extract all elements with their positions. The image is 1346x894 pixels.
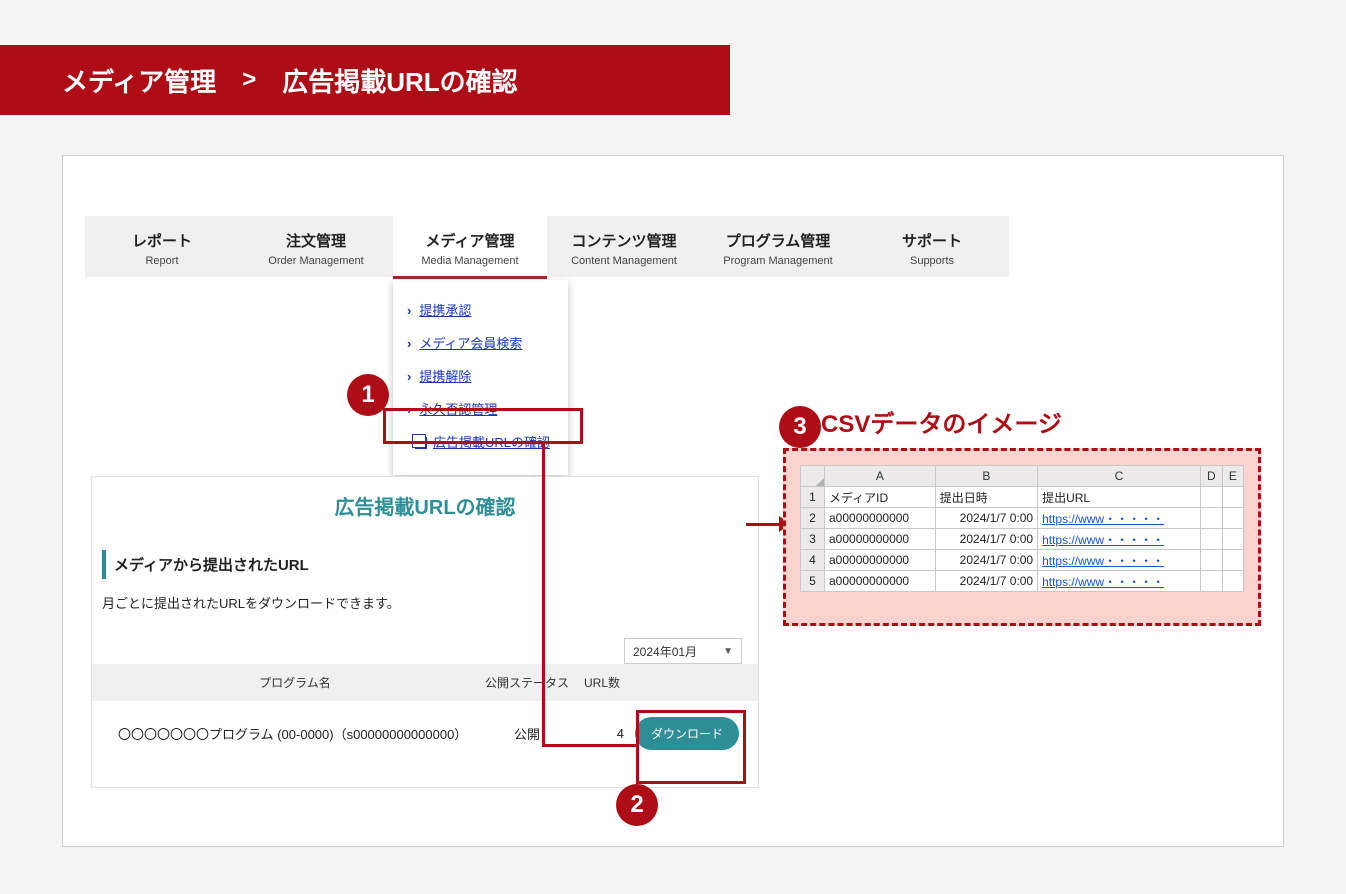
spreadsheet: A B C D E 1 メディアID 提出日時 提出URL 2 a0000000…	[800, 465, 1244, 592]
cell-mediaid[interactable]: a00000000000	[825, 550, 936, 571]
cell-datetime[interactable]: 2024/1/7 0:00	[935, 508, 1037, 529]
dropdown-item-permanent-deny[interactable]: 永久否認管理	[407, 399, 568, 418]
spreadsheet-row-1: 1 メディアID 提出日時 提出URL	[801, 487, 1244, 508]
top-nav: レポート Report 注文管理 Order Management メディア管理…	[85, 216, 1009, 277]
nav-label-ja: プログラム管理	[726, 233, 831, 250]
nav-label-ja: コンテンツ管理	[571, 233, 676, 250]
spreadsheet-row: 5 a00000000000 2024/1/7 0:00 https://www…	[801, 571, 1244, 592]
col-E[interactable]: E	[1222, 466, 1243, 487]
cell-url[interactable]: https://www・・・・・	[1038, 550, 1201, 571]
spreadsheet-row: 3 a00000000000 2024/1/7 0:00 https://www…	[801, 529, 1244, 550]
breadcrumb-item-1: メディア管理	[62, 62, 216, 99]
cell-mediaid[interactable]: a00000000000	[825, 571, 936, 592]
download-button[interactable]: ダウンロード	[635, 717, 739, 750]
chevron-right-icon: >	[242, 66, 256, 94]
cell-mediaid[interactable]: a00000000000	[825, 508, 936, 529]
cell-mediaid[interactable]: a00000000000	[825, 529, 936, 550]
nav-label-ja: レポート	[132, 233, 192, 250]
cell-datetime[interactable]: 2024/1/7 0:00	[935, 571, 1037, 592]
col-status: 公開ステータス	[482, 674, 572, 691]
page-title: 広告掲載URLの確認	[92, 491, 758, 520]
nav-label-en: Content Management	[547, 255, 701, 267]
header-datetime[interactable]: 提出日時	[935, 487, 1037, 508]
row-number[interactable]: 5	[801, 571, 825, 592]
col-C[interactable]: C	[1038, 466, 1201, 487]
section-desc: 月ごとに提出されたURLをダウンロードできます。	[102, 593, 758, 612]
document-icon	[415, 437, 427, 449]
select-all-cell[interactable]	[801, 466, 825, 487]
nav-label-en: Report	[85, 255, 239, 267]
row-number[interactable]: 4	[801, 550, 825, 571]
table-row: 〇〇〇〇〇〇〇プログラム (00-0000)（s00000000000000） …	[92, 701, 758, 766]
nav-media[interactable]: メディア管理 Media Management	[393, 216, 547, 277]
nav-content[interactable]: コンテンツ管理 Content Management	[547, 216, 701, 277]
dropdown-item-approve[interactable]: 提携承認	[407, 300, 568, 319]
header-mediaid[interactable]: メディアID	[825, 487, 936, 508]
step-bullet-2: 2	[616, 784, 658, 826]
step-bullet-1: 1	[347, 374, 389, 416]
spreadsheet-col-header: A B C D E	[801, 466, 1244, 487]
month-select[interactable]: 2024年01月 ▼	[624, 638, 742, 664]
connector-line	[542, 744, 639, 747]
col-A[interactable]: A	[825, 466, 936, 487]
nav-label-en: Program Management	[701, 255, 855, 267]
month-select-value: 2024年01月	[633, 643, 697, 660]
breadcrumb: メディア管理 > 広告掲載URLの確認	[0, 45, 730, 115]
header-url[interactable]: 提出URL	[1038, 487, 1201, 508]
table-header: プログラム名 公開ステータス URL数	[92, 664, 758, 701]
nav-support[interactable]: サポート Supports	[855, 216, 1009, 277]
nav-order[interactable]: 注文管理 Order Management	[239, 216, 393, 277]
cell-url[interactable]: https://www・・・・・	[1038, 508, 1201, 529]
cell-urlcount: 4	[572, 726, 632, 741]
nav-label-en: Supports	[855, 255, 1009, 267]
cell-datetime[interactable]: 2024/1/7 0:00	[935, 550, 1037, 571]
step-bullet-3: 3	[779, 406, 821, 448]
breadcrumb-item-2: 広告掲載URLの確認	[282, 62, 517, 99]
dropdown-item-member-search[interactable]: メディア会員検索	[407, 333, 568, 352]
spreadsheet-row: 4 a00000000000 2024/1/7 0:00 https://www…	[801, 550, 1244, 571]
col-D[interactable]: D	[1200, 466, 1222, 487]
csv-caption: CSVデータのイメージ	[821, 404, 1062, 439]
connector-line	[542, 444, 545, 747]
col-B[interactable]: B	[935, 466, 1037, 487]
cell-status: 公開	[482, 724, 572, 743]
nav-program[interactable]: プログラム管理 Program Management	[701, 216, 855, 277]
cell-datetime[interactable]: 2024/1/7 0:00	[935, 529, 1037, 550]
row-number[interactable]: 2	[801, 508, 825, 529]
screenshot-panel: レポート Report 注文管理 Order Management メディア管理…	[62, 155, 1284, 847]
csv-preview: A B C D E 1 メディアID 提出日時 提出URL 2 a0000000…	[783, 448, 1261, 626]
spreadsheet-row: 2 a00000000000 2024/1/7 0:00 https://www…	[801, 508, 1244, 529]
cell-program-name: 〇〇〇〇〇〇〇プログラム (00-0000)（s00000000000000）	[108, 724, 482, 743]
nav-label-en: Media Management	[393, 255, 547, 267]
row-number[interactable]: 3	[801, 529, 825, 550]
nav-report[interactable]: レポート Report	[85, 216, 239, 277]
caret-down-icon: ▼	[723, 646, 733, 657]
nav-label-ja: メディア管理	[426, 233, 515, 250]
nav-label-en: Order Management	[239, 255, 393, 267]
cell-url[interactable]: https://www・・・・・	[1038, 529, 1201, 550]
nav-label-ja: 注文管理	[286, 233, 346, 250]
cell-url[interactable]: https://www・・・・・	[1038, 571, 1201, 592]
dropdown-item-unpartner[interactable]: 提携解除	[407, 366, 568, 385]
col-urlcount: URL数	[572, 674, 632, 691]
row-number[interactable]: 1	[801, 487, 825, 508]
nav-label-ja: サポート	[902, 233, 962, 250]
col-program: プログラム名	[108, 674, 482, 691]
section-heading: メディアから提出されたURL	[102, 550, 758, 579]
url-check-panel: 広告掲載URLの確認 メディアから提出されたURL 月ごとに提出されたURLをダ…	[91, 476, 759, 788]
connector-line	[746, 523, 783, 526]
